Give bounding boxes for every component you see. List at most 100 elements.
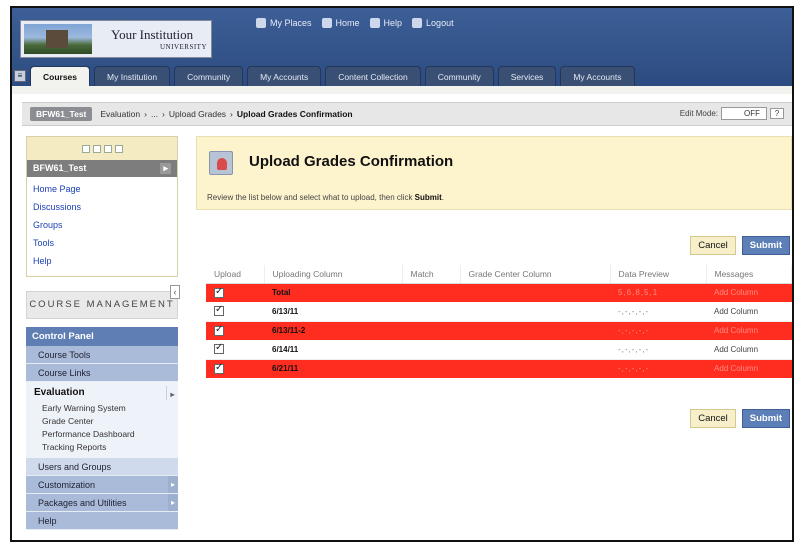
table-row: 6/13/11-2 -,-,-,-,-Add Column	[206, 321, 792, 340]
breadcrumb-upload-grades[interactable]: Upload Grades	[169, 109, 226, 119]
sidebar-item-discussions[interactable]: Discussions	[33, 198, 171, 216]
institution-sub: UNIVERSITY	[160, 43, 207, 51]
sidebar-item-help[interactable]: Help	[33, 252, 171, 270]
breadcrumb-ellipsis[interactable]: ...	[151, 109, 158, 119]
cp-item-packages-utilities[interactable]: Packages and Utilities ▸	[26, 494, 178, 512]
menu-view-icon[interactable]	[103, 144, 112, 153]
table-header-row: Upload Uploading Column Match Grade Cent…	[206, 265, 792, 284]
course-menu-title[interactable]: BFW61_Test ▸	[27, 160, 177, 177]
cp-item-help[interactable]: Help	[26, 512, 178, 530]
upload-checkbox[interactable]	[214, 324, 224, 336]
upload-checkbox[interactable]	[214, 304, 224, 317]
institution-logo[interactable]: Your Institution UNIVERSITY	[20, 20, 212, 58]
cancel-button[interactable]: Cancel	[690, 409, 736, 428]
tab-menu-icon[interactable]: ≡	[14, 70, 26, 82]
help-button[interactable]: ?	[770, 108, 784, 119]
upload-checkbox-cell	[206, 359, 264, 378]
chevron-right-icon[interactable]: ▸	[168, 494, 178, 511]
upload-checkbox[interactable]	[214, 286, 224, 298]
cp-item-course-tools[interactable]: Course Tools	[26, 346, 178, 364]
course-links: Home Page Discussions Groups Tools Help	[27, 177, 177, 276]
tab-community-2[interactable]: Community	[424, 66, 494, 86]
cp-evaluation-section: Evaluation ▸ Early Warning System Grade C…	[26, 382, 178, 458]
customization-label: Customization	[38, 480, 96, 490]
my-places-link[interactable]: My Places	[256, 18, 312, 28]
table-row: 6/14/11 -,-,-,-,-Add Column	[206, 340, 792, 360]
top-button-row: Cancel Submit	[690, 236, 790, 255]
breadcrumb-evaluation[interactable]: Evaluation	[100, 109, 140, 119]
cp-item-users-and-groups[interactable]: Users and Groups	[26, 458, 178, 476]
evaluation-performance-dashboard[interactable]: Performance Dashboard	[26, 428, 178, 441]
tab-my-institution[interactable]: My Institution	[94, 66, 171, 86]
menu-view-controls	[26, 136, 178, 160]
data-preview-cell: -,-,-,-,-	[610, 359, 706, 378]
help-label: Help	[383, 18, 403, 28]
chevron-right-icon[interactable]: ▸	[166, 386, 178, 400]
message-cell: Add Column	[706, 359, 792, 378]
tab-courses[interactable]: Courses	[30, 66, 91, 86]
message-cell: Add Column	[706, 340, 792, 360]
collapse-sidebar-icon[interactable]: ‹	[170, 285, 180, 299]
grade-center-column-cell	[460, 302, 610, 322]
breadcrumb-course[interactable]: BFW61_Test	[30, 107, 93, 121]
tab-content-collection[interactable]: Content Collection	[325, 66, 421, 86]
menu-view-icon[interactable]	[114, 144, 123, 153]
breadcrumb-sep: ›	[230, 109, 233, 119]
upload-grades-icon	[209, 151, 233, 175]
top-links: My Places Home Help Logout	[256, 18, 454, 28]
upload-checkbox-cell	[206, 321, 264, 340]
table-row: 6/13/11 -,-,-,-,-Add Column	[206, 302, 792, 322]
tab-my-accounts[interactable]: My Accounts	[247, 66, 322, 86]
evaluation-tracking-reports[interactable]: Tracking Reports	[26, 441, 178, 454]
sidebar-item-groups[interactable]: Groups	[33, 216, 171, 234]
chevron-right-icon[interactable]: ▸	[160, 163, 171, 174]
uploading-column-cell: 6/13/11-2	[264, 321, 402, 340]
logout-icon	[412, 18, 423, 28]
logout-link[interactable]: Logout	[412, 18, 454, 28]
home-link[interactable]: Home	[321, 18, 360, 28]
menu-view-icon[interactable]	[92, 144, 101, 153]
cp-item-course-links[interactable]: Course Links	[26, 364, 178, 382]
upload-checkbox[interactable]	[214, 362, 224, 374]
evaluation-grade-center[interactable]: Grade Center	[26, 415, 178, 428]
breadcrumb: BFW61_Test Evaluation › ... › Upload Gra…	[22, 102, 792, 126]
data-preview-cell: 5,6,8,5,1	[610, 283, 706, 302]
tab-bar: ≡ Courses My Institution Community My Ac…	[12, 64, 635, 86]
tab-my-accounts-2[interactable]: My Accounts	[560, 66, 635, 86]
tab-underline	[12, 86, 792, 94]
menu-view-icon[interactable]	[81, 144, 90, 153]
breadcrumb-current: Upload Grades Confirmation	[236, 109, 353, 119]
evaluation-early-warning[interactable]: Early Warning System	[26, 402, 178, 415]
chevron-right-icon[interactable]: ▸	[168, 476, 178, 493]
tab-community[interactable]: Community	[174, 66, 244, 86]
control-panel-title[interactable]: Control Panel	[26, 327, 178, 346]
uploading-column-cell: 6/14/11	[264, 340, 402, 360]
grade-center-column-cell	[460, 283, 610, 302]
edit-mode-toggle[interactable]: OFF	[721, 107, 767, 120]
upload-checkbox[interactable]	[214, 342, 224, 355]
page-instructions: Review the list below and select what to…	[207, 193, 444, 202]
instructions-submit: Submit	[414, 193, 442, 202]
sidebar-item-tools[interactable]: Tools	[33, 234, 171, 252]
help-link[interactable]: Help	[369, 18, 403, 28]
header: Your Institution UNIVERSITY My Places Ho…	[12, 8, 792, 94]
instructions-end: .	[441, 193, 445, 202]
cp-item-evaluation[interactable]: Evaluation ▸	[26, 384, 178, 402]
tab-services[interactable]: Services	[497, 66, 557, 86]
uploading-column-cell: 6/13/11	[264, 302, 402, 322]
course-management-header: COURSE MANAGEMENT	[26, 291, 178, 319]
evaluation-label: Evaluation	[34, 387, 85, 398]
cancel-button[interactable]: Cancel	[690, 236, 736, 255]
submit-button[interactable]: Submit	[741, 409, 790, 428]
header-upload: Upload	[206, 265, 265, 284]
packages-label: Packages and Utilities	[38, 498, 127, 508]
table-row: Total 5,6,8,5,1Add Column	[206, 283, 792, 302]
upload-checkbox-cell	[206, 283, 264, 302]
submit-button[interactable]: Submit	[741, 236, 790, 255]
match-cell	[402, 302, 460, 322]
uploading-column-cell: 6/21/11	[264, 359, 402, 378]
cp-item-customization[interactable]: Customization ▸	[26, 476, 178, 494]
header-data-preview: Data Preview	[610, 265, 707, 284]
home-label: Home	[335, 18, 360, 28]
sidebar-item-home-page[interactable]: Home Page	[33, 180, 171, 198]
